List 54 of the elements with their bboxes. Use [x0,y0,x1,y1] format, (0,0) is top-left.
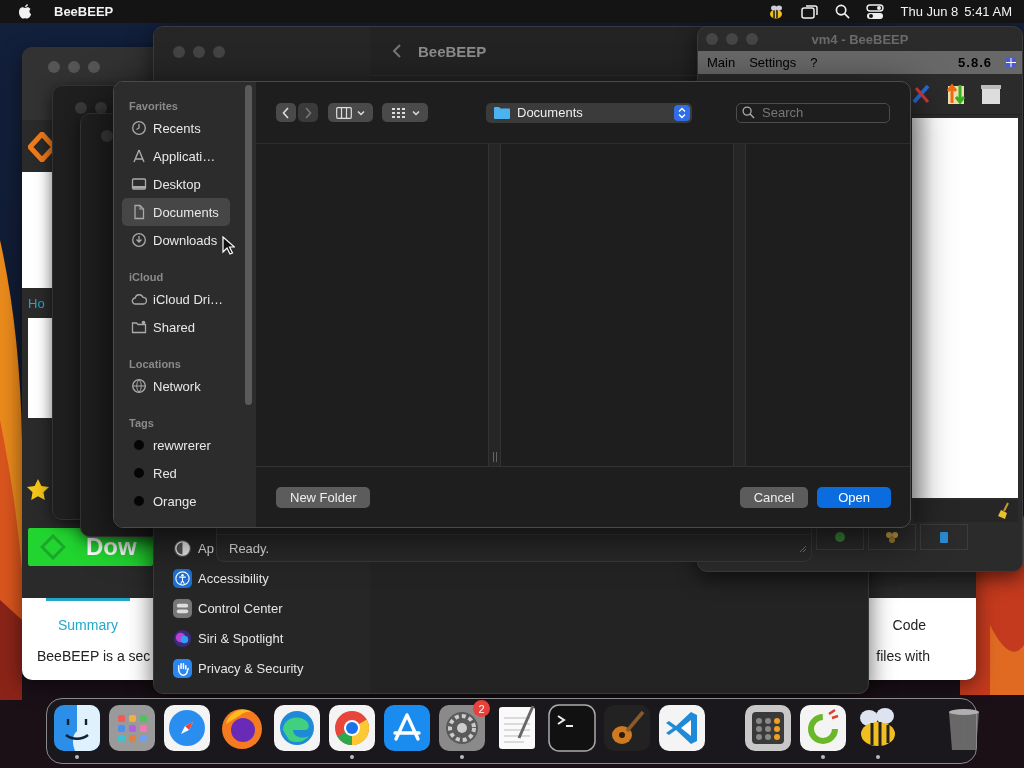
section-heading: Favorites [128,99,179,114]
sidebar-item[interactable]: Shared [122,313,230,341]
app-name: BeeBEEP [54,4,114,19]
sidebar-label: Privacy & Security [198,660,304,676]
sidebar-item[interactable]: iCloud Dri… [122,285,230,313]
sidebar-label: iCloud Dri… [153,291,224,307]
sidebar-item[interactable]: Privacy & Security [156,653,308,683]
nav-link[interactable]: Ho [28,296,45,311]
notification-badge: 2 [473,700,490,717]
sidebar-label: Siri & Spotlight [198,630,284,646]
sidebar-label: Orange [153,493,197,509]
search-field[interactable]: Search [736,102,890,123]
open-button[interactable]: Open [817,486,891,508]
sidebar-item[interactable]: Applicati… [122,142,230,170]
sidebar-label: Network [153,378,201,394]
description-text: BeeBEEP is a sec [37,648,151,666]
section-heading: iCloud [128,270,165,285]
sidebar-label: Downloads [153,232,218,248]
location-popup[interactable]: Documents [486,102,692,123]
menu-bar-date: Thu Jun 8 [900,4,959,19]
sidebar-label: Ap [198,540,214,556]
sidebar-item[interactable]: Documents [122,198,230,226]
sidebar-item[interactable]: Ap [156,533,218,563]
sidebar-item[interactable]: rewwrerer [122,431,230,459]
sidebar-label: Documents [153,204,219,220]
sidebar-label: Shared [153,319,195,335]
page-tab[interactable]: Code [880,598,938,648]
dialog-button[interactable]: New Folder [276,486,371,508]
dialog-button[interactable]: Cancel [739,486,809,508]
window-title: BeeBEEP [418,42,487,60]
sidebar-item[interactable]: Network [122,372,230,400]
sidebar-label: Red [153,465,177,481]
menu-item[interactable]: ? [810,55,818,70]
sidebar-item[interactable]: Siri & Spotlight [156,623,288,653]
location-label: Documents [517,105,583,120]
sidebar-item[interactable]: Orange [122,487,230,515]
sidebar-item[interactable]: Red [122,459,230,487]
section-heading: Locations [128,357,182,372]
sidebar-label: Accessibility [198,570,269,586]
description-text: files with [876,648,930,666]
sidebar-label: Control Center [198,600,283,616]
menu-bar-clock: 5:41 AM [964,4,1012,19]
status-text: Ready. [229,540,270,556]
section-heading: Tags [128,416,155,431]
sidebar-item[interactable]: Control Center [156,593,287,623]
version-label: 5.8.6 [958,55,992,70]
sidebar-label: Applicati… [153,148,216,164]
sidebar-label: Desktop [153,176,201,192]
sidebar-item[interactable]: Desktop [122,170,230,198]
sidebar-item[interactable]: Recents [122,114,230,142]
sidebar-label: rewwrerer [153,437,211,453]
sidebar-label: Recents [153,120,201,136]
sidebar-item[interactable]: Accessibility [156,563,273,593]
window-title: vm4 - BeeBEEP [811,31,909,47]
